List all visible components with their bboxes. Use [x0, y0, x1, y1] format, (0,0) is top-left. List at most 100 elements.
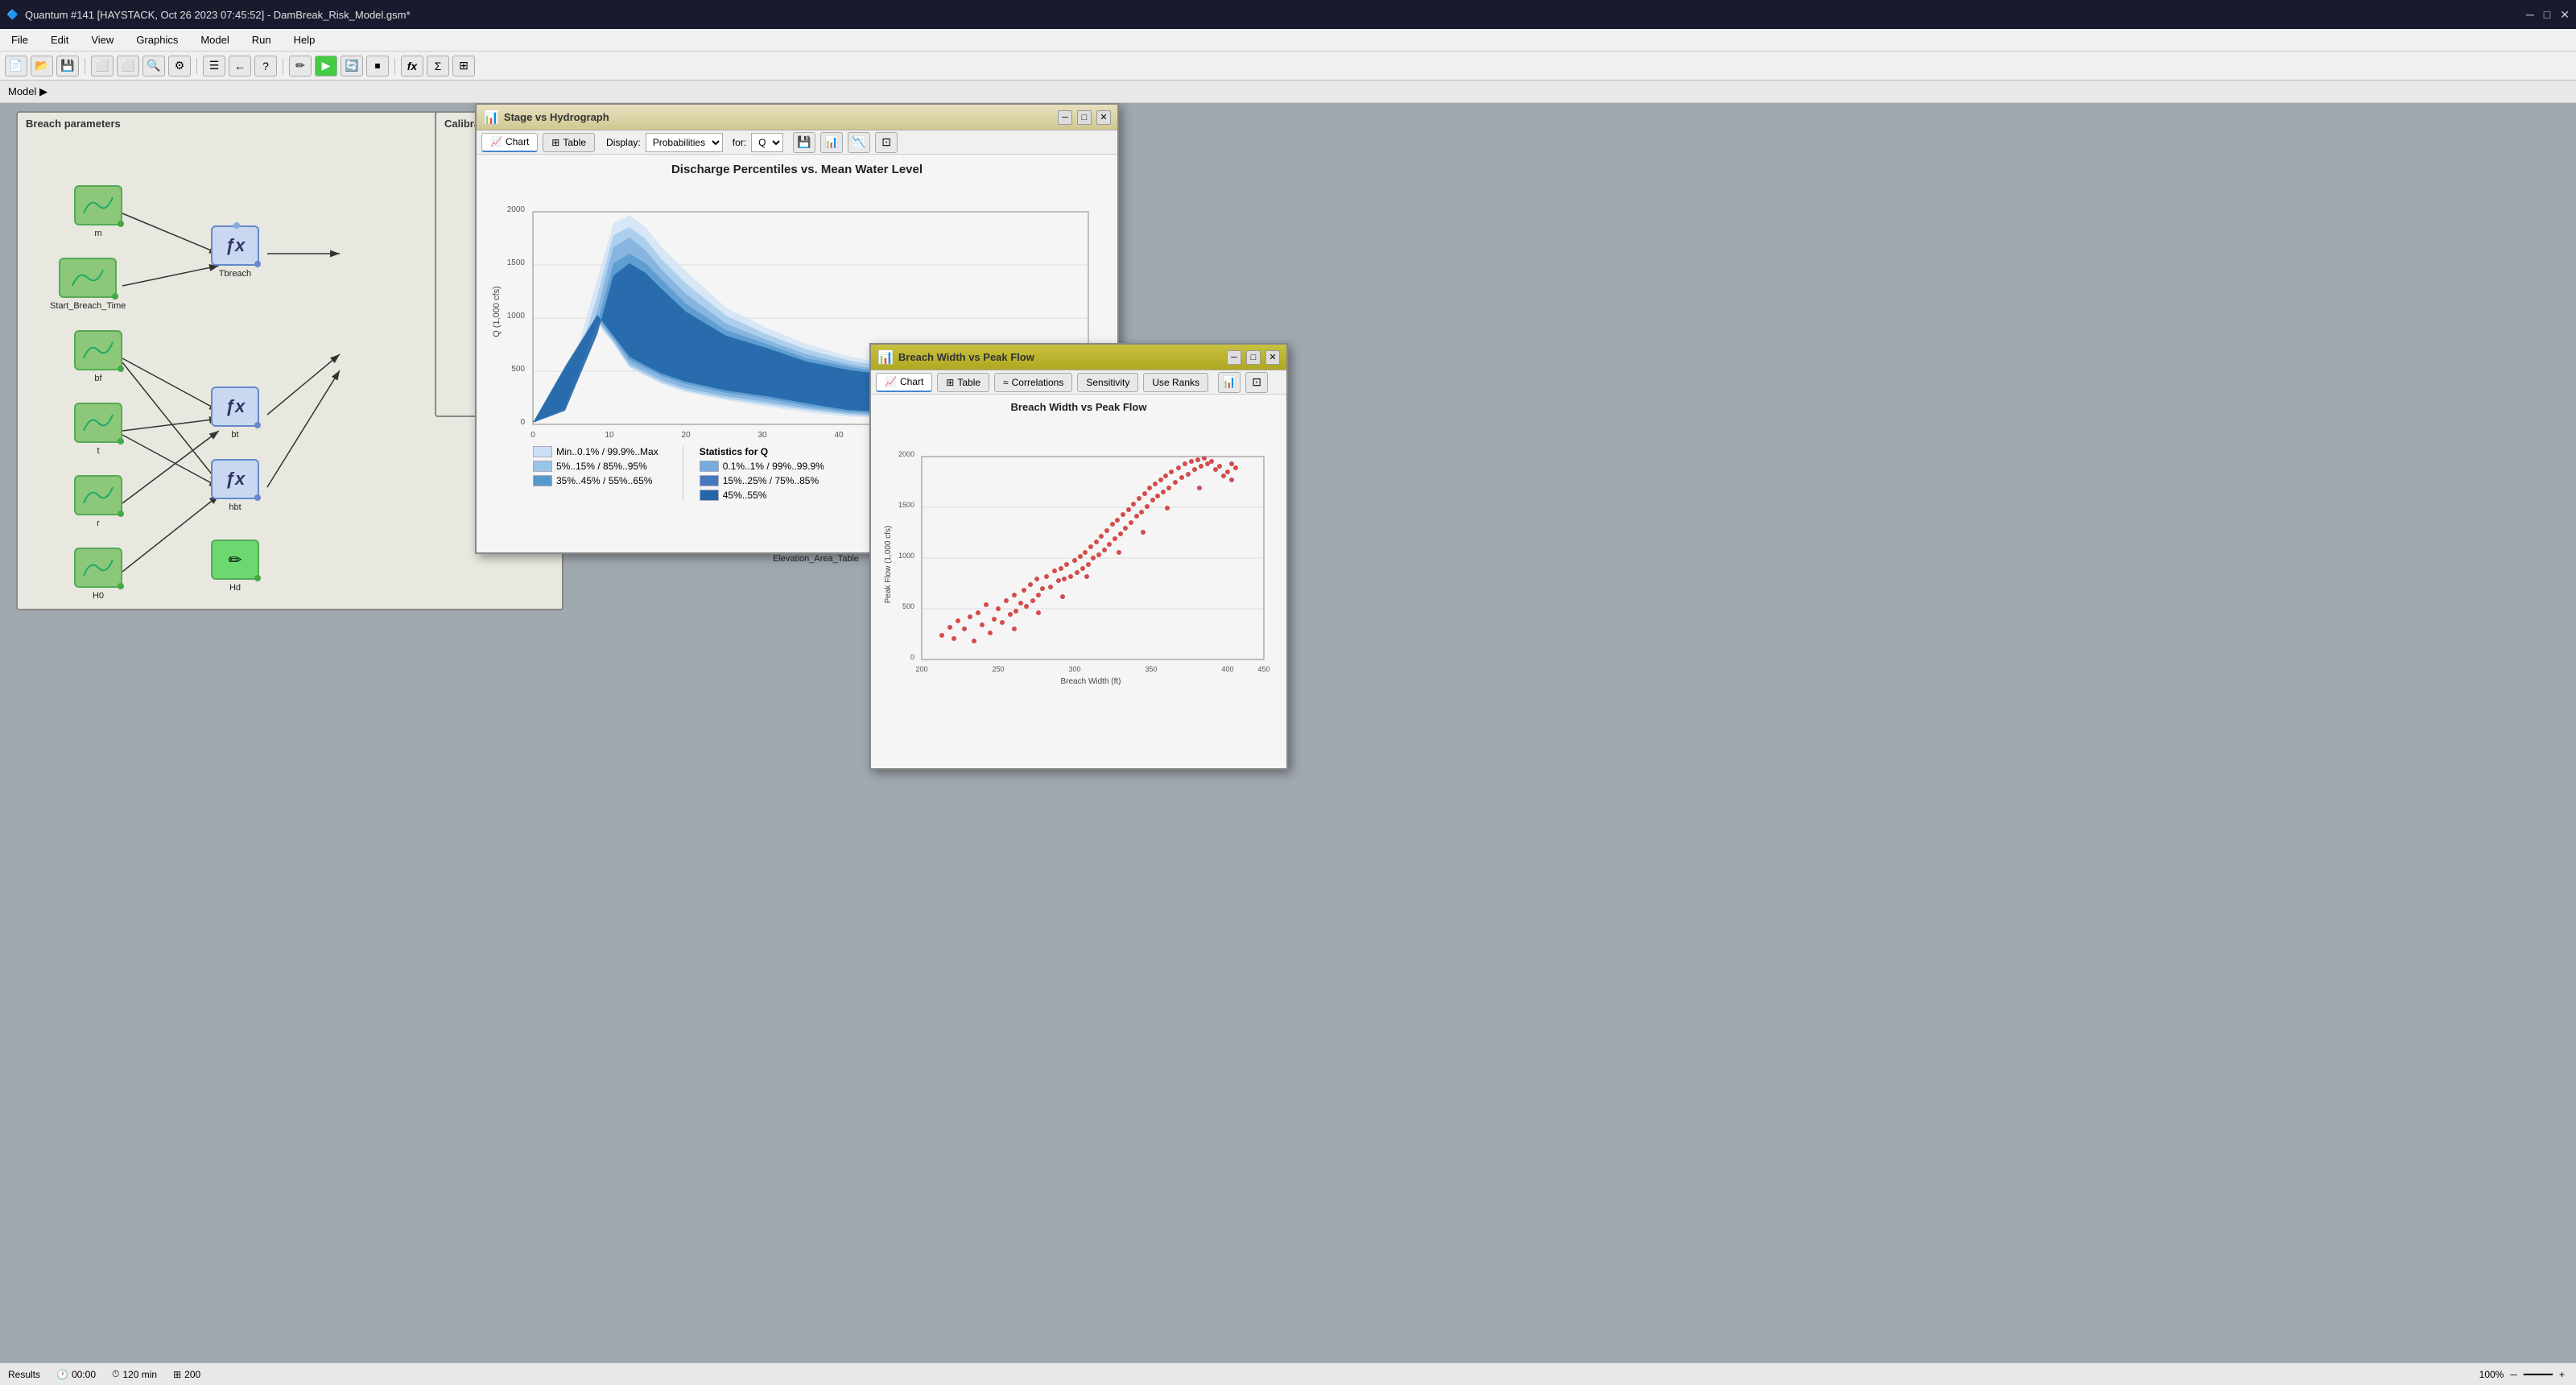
node-r-label: r	[97, 519, 100, 528]
count-icon: ⊞	[173, 1369, 181, 1380]
close-btn[interactable]: ✕	[2560, 8, 2570, 22]
new-btn[interactable]: 📄	[5, 56, 27, 76]
scatter-titlebar: 📊 Breach Width vs Peak Flow ─ □ ✕	[871, 345, 1286, 370]
node-hd-label: Hd	[229, 583, 241, 593]
title-bar: 🔷 Quantum #141 [HAYSTACK, Oct 26 2023 07…	[0, 0, 2576, 29]
count-status: ⊞ 200	[173, 1369, 200, 1380]
node-h0[interactable]: H0	[74, 548, 122, 601]
menu-model[interactable]: Model	[196, 32, 233, 48]
tbl-btn[interactable]: ⊞	[452, 56, 475, 76]
tb-btn2[interactable]: ⬜	[117, 56, 139, 76]
scatter-sens-label: Sensitivity	[1086, 377, 1129, 388]
menu-run[interactable]: Run	[247, 32, 276, 48]
node-hd[interactable]: ✏ Hd	[211, 540, 259, 593]
stage-tb4[interactable]: ⊡	[875, 132, 898, 153]
run-btn[interactable]: ▶	[315, 56, 337, 76]
time-status1: 🕐 00:00	[56, 1369, 96, 1380]
zoom-slider[interactable]: ━━━━━	[2524, 1369, 2553, 1380]
help-btn[interactable]: ?	[254, 56, 277, 76]
maximize-btn[interactable]: □	[2544, 8, 2550, 22]
pencil-btn[interactable]: ✏	[289, 56, 312, 76]
svg-text:1000: 1000	[507, 312, 526, 320]
stage-win-minimize[interactable]: ─	[1058, 110, 1072, 125]
zoom-status: 100% ─ ━━━━━ +	[2479, 1369, 2568, 1380]
back-btn[interactable]: ←	[229, 56, 251, 76]
count-value: 200	[184, 1369, 200, 1380]
sum-btn[interactable]: Σ	[427, 56, 449, 76]
zoom-btn[interactable]: 🔍	[142, 56, 165, 76]
svg-text:Peak Flow (1,000 cfs): Peak Flow (1,000 cfs)	[884, 526, 893, 604]
stage-tb2[interactable]: 📊	[820, 132, 843, 153]
node-t[interactable]: t	[74, 403, 122, 456]
menu-view[interactable]: View	[86, 32, 118, 48]
legend-item-1: Min..0.1% / 99.9%..Max	[533, 446, 658, 457]
scatter-tab-correlations[interactable]: ≈ Correlations	[994, 373, 1072, 392]
scatter-tb1[interactable]: 📊	[1218, 372, 1241, 393]
node-tbreach-label: Tbreach	[219, 269, 251, 279]
node-r[interactable]: r	[74, 475, 122, 528]
node-bt[interactable]: ƒx bt	[211, 387, 259, 440]
time-status2: ⏱ 120 min	[112, 1368, 157, 1380]
open-btn[interactable]: 📂	[31, 56, 53, 76]
node-bt-icon: ƒx	[211, 387, 259, 427]
svg-text:0: 0	[910, 653, 914, 661]
cycle-btn[interactable]: 🔄	[341, 56, 363, 76]
tab-chart[interactable]: 📈 Chart	[481, 133, 538, 152]
scatter-corr-tab-icon: ≈	[1003, 377, 1009, 388]
menu-help[interactable]: Help	[289, 32, 320, 48]
svg-text:200: 200	[915, 665, 927, 673]
zoom-plus[interactable]: +	[2556, 1369, 2568, 1380]
tb-btn1[interactable]: ⬜	[91, 56, 114, 76]
stage-tb3[interactable]: 📉	[848, 132, 870, 153]
svg-text:450: 450	[1257, 665, 1269, 673]
save-btn[interactable]: 💾	[56, 56, 79, 76]
menu-graphics[interactable]: Graphics	[131, 32, 183, 48]
display-select[interactable]: Probabilities Values	[646, 133, 723, 152]
node-r-icon	[74, 475, 122, 515]
node-h0-label: H0	[93, 591, 104, 601]
clock-icon: 🕐	[56, 1369, 68, 1380]
tab-table[interactable]: ⊞ Table	[543, 133, 595, 152]
node-hbt[interactable]: ƒx hbt	[211, 459, 259, 512]
scatter-win-close[interactable]: ✕	[1265, 350, 1280, 365]
scatter-tb2[interactable]: ⊡	[1245, 372, 1268, 393]
svg-text:10: 10	[605, 431, 614, 440]
settings-btn[interactable]: ⚙	[168, 56, 191, 76]
menu-file[interactable]: File	[6, 32, 33, 48]
scatter-win-maximize[interactable]: □	[1246, 350, 1261, 365]
legend-label-4: 0.1%..1% / 99%..99.9%	[723, 461, 824, 472]
svg-text:40: 40	[834, 431, 844, 440]
scatter-tab-use-ranks[interactable]: Use Ranks	[1143, 373, 1208, 392]
scatter-tab-sensitivity[interactable]: Sensitivity	[1077, 373, 1138, 392]
svg-text:400: 400	[1221, 665, 1233, 673]
scatter-chart-tab-icon: 📈	[885, 376, 897, 387]
stage-win-maximize[interactable]: □	[1077, 110, 1092, 125]
time1-value: 00:00	[72, 1369, 96, 1380]
for-select[interactable]: Q H	[751, 133, 783, 152]
node-tbreach[interactable]: ƒx Tbreach	[211, 225, 259, 279]
node-hbt-icon: ƒx	[211, 459, 259, 499]
scatter-win-minimize[interactable]: ─	[1227, 350, 1241, 365]
scatter-chart-area: Breach Width vs Peak Flow Peak Flow (1,0…	[871, 395, 1286, 718]
node-bf-icon	[74, 330, 122, 370]
zoom-value: 100%	[2479, 1369, 2504, 1380]
stage-win-close[interactable]: ✕	[1096, 110, 1111, 125]
stage-tb1[interactable]: 💾	[793, 132, 815, 153]
node-bt-label: bt	[231, 430, 238, 440]
menu-edit[interactable]: Edit	[46, 32, 73, 48]
scatter-tab-chart[interactable]: 📈 Chart	[876, 373, 932, 392]
stop-btn[interactable]: ⏹	[366, 56, 389, 76]
scatter-tab-table[interactable]: ⊞ Table	[937, 373, 989, 392]
scatter-table-label: Table	[957, 377, 980, 388]
scatter-chart-icon: 📊	[877, 349, 894, 366]
scatter-title: Breach Width vs Peak Flow	[898, 351, 1222, 363]
node-m-label: m	[94, 229, 101, 238]
zoom-minus[interactable]: ─	[2507, 1369, 2520, 1380]
node-bf[interactable]: bf	[74, 330, 122, 383]
minimize-btn[interactable]: ─	[2526, 8, 2534, 22]
list-btn[interactable]: ☰	[203, 56, 225, 76]
node-m[interactable]: m	[74, 185, 122, 238]
legend-label-5: 15%..25% / 75%..85%	[723, 475, 819, 486]
fx-btn[interactable]: fx	[401, 56, 423, 76]
node-sbt[interactable]: Start_Breach_Time	[50, 258, 126, 311]
